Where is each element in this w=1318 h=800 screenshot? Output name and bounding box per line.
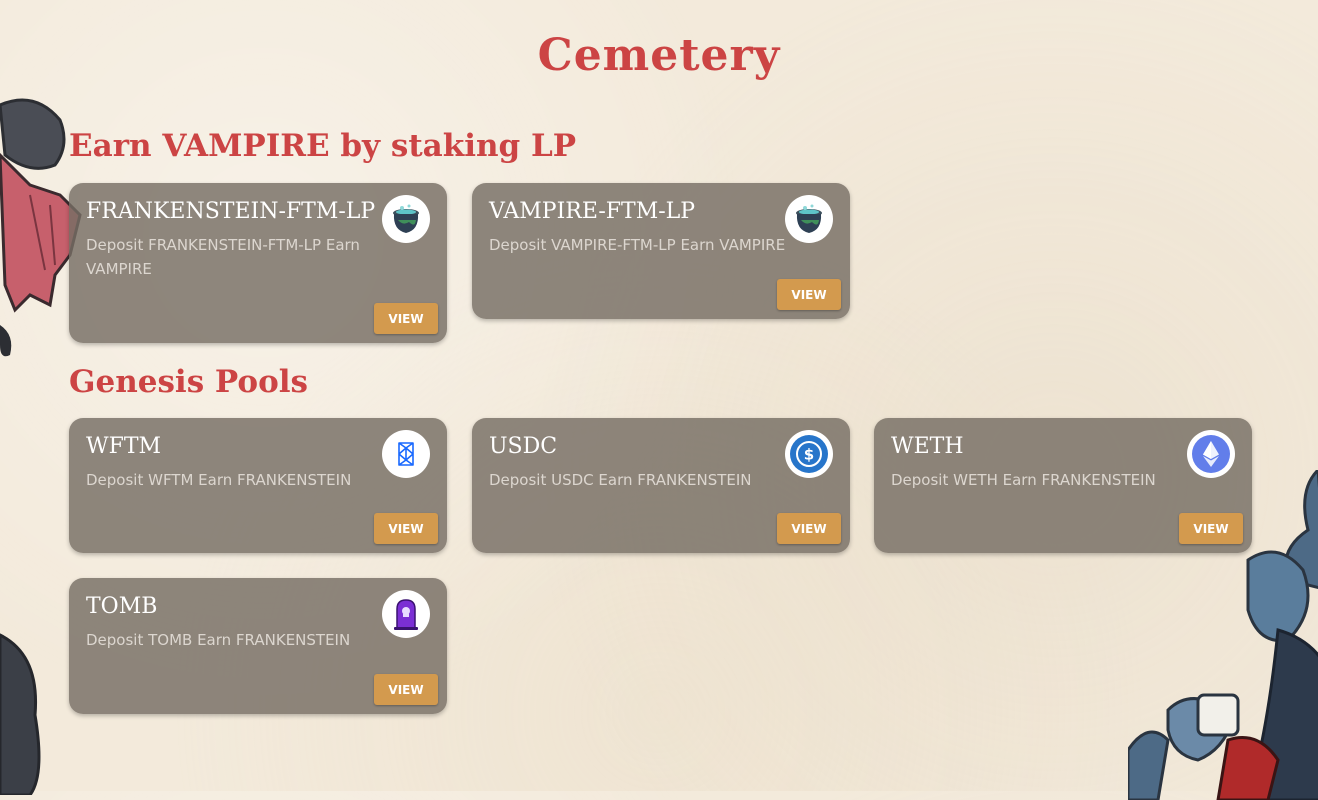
pool-description: Deposit USDC Earn FRANKENSTEIN bbox=[489, 471, 752, 489]
cauldron-icon bbox=[785, 195, 833, 243]
pool-card-weth: WETH Deposit WETH Earn FRANKENSTEIN VIEW bbox=[874, 418, 1252, 553]
section-title-genesis-pools: Genesis Pools bbox=[69, 364, 308, 400]
fantom-icon bbox=[382, 430, 430, 478]
pool-name: WETH bbox=[891, 434, 964, 459]
pool-description: Deposit WETH Earn FRANKENSTEIN bbox=[891, 471, 1156, 489]
page-title: Cemetery bbox=[537, 30, 781, 81]
view-button[interactable]: VIEW bbox=[1179, 513, 1243, 544]
usdc-icon: $ bbox=[785, 430, 833, 478]
pool-description: Deposit VAMPIRE-FTM-LP Earn VAMPIRE bbox=[489, 236, 786, 254]
tombstone-icon bbox=[382, 590, 430, 638]
cauldron-icon bbox=[382, 195, 430, 243]
ethereum-icon bbox=[1187, 430, 1235, 478]
pool-description: Deposit WFTM Earn FRANKENSTEIN bbox=[86, 471, 352, 489]
pool-name: TOMB bbox=[86, 594, 158, 619]
view-button[interactable]: VIEW bbox=[374, 303, 438, 334]
view-button[interactable]: VIEW bbox=[777, 513, 841, 544]
pool-card-usdc: USDC Deposit USDC Earn FRANKENSTEIN $ VI… bbox=[472, 418, 850, 553]
pool-name: FRANKENSTEIN-FTM-LP bbox=[86, 199, 376, 224]
pool-name: VAMPIRE-FTM-LP bbox=[489, 199, 696, 224]
section-title-vampire-lp: Earn VAMPIRE by staking LP bbox=[69, 128, 577, 164]
pool-description: Deposit FRANKENSTEIN-FTM-LP Earn VAMPIRE bbox=[86, 236, 360, 278]
view-button[interactable]: VIEW bbox=[374, 513, 438, 544]
pool-card-wftm: WFTM Deposit WFTM Earn FRANKENSTEIN VIEW bbox=[69, 418, 447, 553]
pool-description: Deposit TOMB Earn FRANKENSTEIN bbox=[86, 631, 351, 649]
pool-card-frankenstein-ftm-lp: FRANKENSTEIN-FTM-LP Deposit FRANKENSTEIN… bbox=[69, 183, 447, 343]
view-button[interactable]: VIEW bbox=[374, 674, 438, 705]
pool-name: USDC bbox=[489, 434, 558, 459]
pool-card-vampire-ftm-lp: VAMPIRE-FTM-LP Deposit VAMPIRE-FTM-LP Ea… bbox=[472, 183, 850, 319]
view-button[interactable]: VIEW bbox=[777, 279, 841, 310]
svg-text:$: $ bbox=[804, 446, 814, 464]
pool-card-tomb: TOMB Deposit TOMB Earn FRANKENSTEIN VIEW bbox=[69, 578, 447, 714]
pool-name: WFTM bbox=[86, 434, 162, 459]
